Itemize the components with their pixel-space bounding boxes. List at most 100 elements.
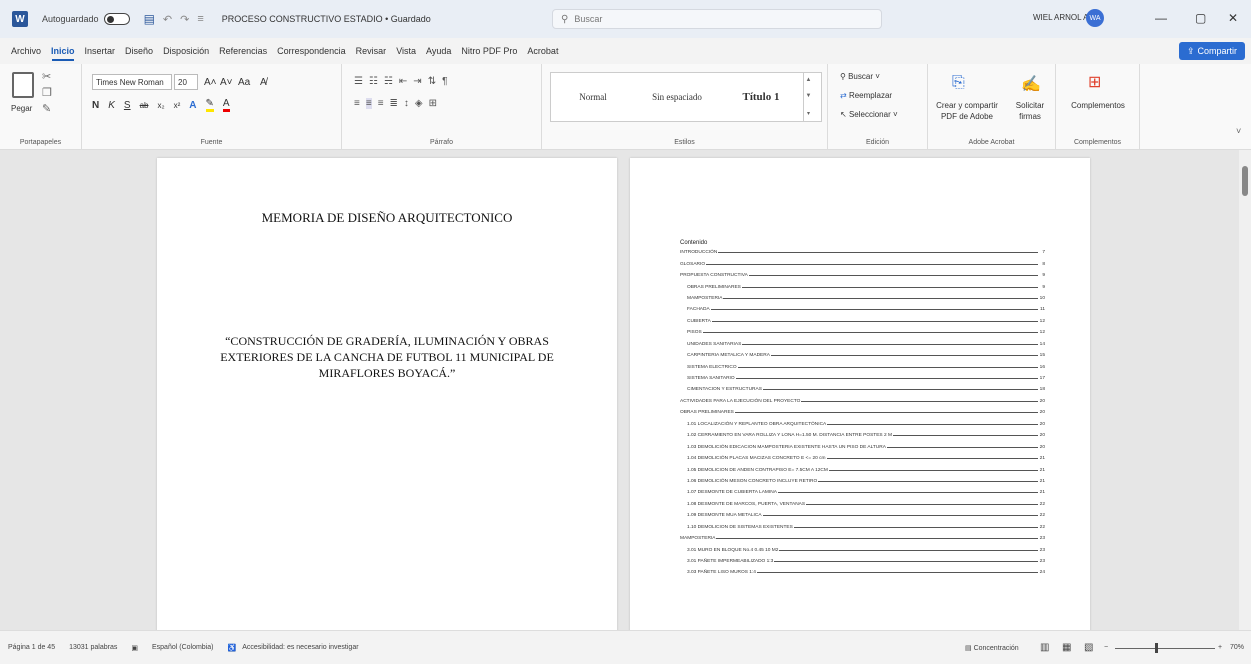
tab-vista[interactable]: Vista xyxy=(391,46,421,56)
toc-entry[interactable]: 1.08 DESMONTE DE MARCOS, PUERTA, VENTANA… xyxy=(680,499,1045,510)
toc-entry[interactable]: 3.01 PAÑETE IMPERMEABILIZADO 1:3 23 xyxy=(680,556,1045,567)
tab-correspondencia[interactable]: Correspondencia xyxy=(272,46,351,56)
print-layout-icon[interactable]: ▦ xyxy=(1062,642,1071,653)
multilevel-list-icon[interactable]: ☵ xyxy=(384,76,393,87)
bold-icon[interactable]: N xyxy=(92,100,99,111)
addins-icon[interactable]: ⊞ xyxy=(1088,72,1101,92)
tab-archivo[interactable]: Archivo xyxy=(6,46,46,56)
toc-entry[interactable]: MAMPOSTERIA 23 xyxy=(680,533,1045,544)
tab-nitro-pdf[interactable]: Nitro PDF Pro xyxy=(456,46,522,56)
page-count[interactable]: Página 1 de 45 xyxy=(8,644,55,651)
toc-entry[interactable]: CARPINTERIA METALICA Y MADERA 15 xyxy=(680,350,1045,361)
shading-icon[interactable]: ◈ xyxy=(415,98,423,109)
addins-button[interactable]: Complementos xyxy=(1060,100,1136,111)
search-input[interactable]: ⚲ Buscar xyxy=(552,9,882,29)
toc-entry[interactable]: 1.03 DEMOLICIÓN EDICACION MAMPOSTERIA EX… xyxy=(680,441,1045,452)
toc-entry[interactable]: OBRAS PRELIMINARES 9 xyxy=(680,281,1045,292)
scrollbar-thumb[interactable] xyxy=(1242,166,1248,196)
toc-entry[interactable]: UNIDADES SANITARIAS 14 xyxy=(680,339,1045,350)
close-icon[interactable]: ✕ xyxy=(1228,11,1238,25)
page-1[interactable]: MEMORIA DE DISEÑO ARQUITECTONICO “CONSTR… xyxy=(157,158,617,630)
autosave-toggle[interactable] xyxy=(103,13,130,25)
language[interactable]: Español (Colombia) xyxy=(152,644,213,651)
document-title[interactable]: PROCESO CONSTRUCTIVO ESTADIO • Guardado xyxy=(222,14,431,24)
toc-entry[interactable]: 1.02 CERRAMIENTO EN VARA ROLLIZA Y LONA … xyxy=(680,430,1045,441)
styles-scroll[interactable]: ▲ ▼ ▾ xyxy=(803,72,813,122)
line-spacing-icon[interactable]: ↕ xyxy=(404,98,409,109)
bullets-icon[interactable]: ☰ xyxy=(354,76,363,87)
toc-entry[interactable]: CUBIERTA 12 xyxy=(680,316,1045,327)
chevron-down-icon[interactable]: ▼ xyxy=(806,93,812,99)
toc-entry[interactable]: MAMPOSTERIA 10 xyxy=(680,293,1045,304)
tab-diseno[interactable]: Diseño xyxy=(120,46,158,56)
request-signatures-button[interactable]: Solicitar firmas xyxy=(1008,100,1052,122)
borders-icon[interactable]: ⊞ xyxy=(429,98,437,109)
style-heading-1[interactable]: Título 1 xyxy=(719,91,803,103)
zoom-slider[interactable] xyxy=(1115,648,1215,649)
font-name-select[interactable]: Times New Roman xyxy=(92,74,172,90)
underline-icon[interactable]: S xyxy=(124,100,131,111)
toc-entry[interactable]: FACHADA 11 xyxy=(680,304,1045,315)
increase-indent-icon[interactable]: ⇥ xyxy=(413,76,421,87)
word-count[interactable]: 13031 palabras xyxy=(69,644,117,651)
toc-entry[interactable]: 1.10 DEMOLICION DE SISTEMAS EXISTENTES 22 xyxy=(680,522,1045,533)
toc-entry[interactable]: OBRAS PRELIMINARES 20 xyxy=(680,407,1045,418)
tab-acrobat[interactable]: Acrobat xyxy=(522,46,563,56)
toc-entry[interactable]: SISTEMA SANITARIO 17 xyxy=(680,373,1045,384)
align-right-icon[interactable]: ≡ xyxy=(378,98,384,109)
minimize-icon[interactable]: — xyxy=(1155,11,1167,25)
focus-button[interactable]: ▤ Concentración xyxy=(965,644,1019,652)
text-effects-icon[interactable]: A xyxy=(189,100,196,111)
format-painter-icon[interactable]: ✎ xyxy=(42,102,51,115)
font-color-icon[interactable]: A xyxy=(222,98,230,112)
collapse-ribbon-icon[interactable]: ˅ xyxy=(1236,126,1241,136)
zoom-slider-handle[interactable] xyxy=(1155,643,1158,653)
redo-icon[interactable]: ↷ xyxy=(180,13,189,26)
replace-button[interactable]: ⇄ Reemplazar xyxy=(840,91,892,100)
zoom-out-icon[interactable]: − xyxy=(1104,644,1108,651)
toc-entry[interactable]: 1.01 LOCALIZACIÓN Y REPLANTEO OBRA ARQUI… xyxy=(680,419,1045,430)
tab-disposicion[interactable]: Disposición xyxy=(158,46,214,56)
highlight-icon[interactable]: ✎ xyxy=(205,98,214,112)
toc-entry[interactable]: PISOS 12 xyxy=(680,327,1045,338)
toc-entry[interactable]: SISTEMA ELECTRICO 16 xyxy=(680,361,1045,372)
tab-revisar[interactable]: Revisar xyxy=(351,46,392,56)
toc-entry[interactable]: 3.03 PAÑETE LISO MUROS 1:4 24 xyxy=(680,567,1045,578)
shrink-font-icon[interactable]: A˅ xyxy=(220,77,233,88)
maximize-icon[interactable]: ▢ xyxy=(1195,11,1206,25)
toc-entry[interactable]: PROPUESTA CONSTRUCTIVA 9 xyxy=(680,270,1045,281)
create-share-pdf-button[interactable]: Crear y compartir PDF de Adobe xyxy=(932,100,1002,122)
share-button[interactable]: ⇪ Compartir xyxy=(1178,42,1245,60)
chevron-up-icon[interactable]: ▲ xyxy=(806,77,812,83)
tab-inicio[interactable]: Inicio xyxy=(46,46,80,61)
proofing-icon[interactable]: ▣ xyxy=(131,644,138,652)
toc-entry[interactable]: 1.04 DEMOLICIÓN PLACAS MACIZAS CONCRETO … xyxy=(680,453,1045,464)
toc-entry[interactable]: ACTIVIDADES PARA LA EJECUCIÓN DEL PROYEC… xyxy=(680,396,1045,407)
paste-icon[interactable] xyxy=(12,72,34,98)
toc-entry[interactable]: GLOSARIO 8 xyxy=(680,258,1045,269)
italic-icon[interactable]: K xyxy=(108,100,115,111)
superscript-icon[interactable]: x² xyxy=(174,101,181,110)
request-sign-icon[interactable]: ✍ xyxy=(1021,74,1041,94)
toc-entry[interactable]: 1.09 DESMONTE MUA METALICA 22 xyxy=(680,510,1045,521)
page-2[interactable]: Contenido INTRODUCCIÓN 7 GLOSARIO 8 PROPUEST… xyxy=(630,158,1090,630)
accessibility-status[interactable]: Accesibilidad: es necesario investigar xyxy=(242,644,358,651)
zoom-level[interactable]: 70% xyxy=(1230,644,1244,651)
tab-insertar[interactable]: Insertar xyxy=(80,46,121,56)
select-button[interactable]: ↖ Seleccionar ˅ xyxy=(840,110,898,119)
more-styles-icon[interactable]: ▾ xyxy=(807,110,810,117)
cut-icon[interactable]: ✂ xyxy=(42,70,51,83)
subscript-icon[interactable]: x₂ xyxy=(157,101,164,110)
change-case-icon[interactable]: Aa xyxy=(238,77,250,88)
decrease-indent-icon[interactable]: ⇤ xyxy=(399,76,407,87)
toc-entry[interactable]: INTRODUCCIÓN 7 xyxy=(680,247,1045,258)
numbering-icon[interactable]: ☷ xyxy=(369,76,378,87)
sort-icon[interactable]: ⇅ xyxy=(428,76,436,87)
avatar[interactable]: WA xyxy=(1086,9,1104,27)
tab-referencias[interactable]: Referencias xyxy=(214,46,272,56)
web-layout-icon[interactable]: ▧ xyxy=(1084,642,1093,653)
undo-icon[interactable]: ↶ xyxy=(163,13,172,26)
vertical-scrollbar[interactable] xyxy=(1239,150,1251,630)
customize-toolbar-icon[interactable]: ≡ xyxy=(197,13,203,25)
grow-font-icon[interactable]: A˄ xyxy=(204,77,217,88)
